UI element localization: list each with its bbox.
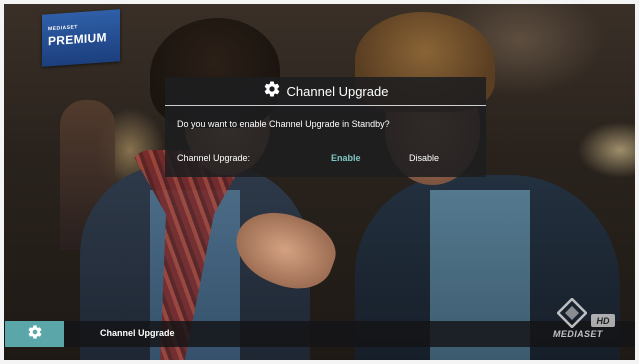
- mediaset-wordmark: MEDIASET: [553, 329, 603, 339]
- dialog-header: Channel Upgrade: [165, 77, 486, 105]
- channel-upgrade-dialog: Channel Upgrade Do you want to enable Ch…: [165, 77, 486, 177]
- dialog-title: Channel Upgrade: [286, 83, 389, 99]
- channel-upgrade-option-label: Channel Upgrade:: [177, 153, 251, 163]
- mediaset-hd-watermark: HD MEDIASET: [553, 296, 621, 341]
- mediaset-premium-logo: MEDIASET PREMIUM: [42, 9, 120, 67]
- dialog-divider: [165, 105, 486, 106]
- tv-screen: MEDIASET PREMIUM Channel Upgrade Do you …: [0, 0, 639, 364]
- gear-icon: [263, 80, 281, 103]
- disable-option[interactable]: Disable: [403, 150, 445, 166]
- gear-icon: [27, 324, 43, 345]
- bottom-bar-title: Channel Upgrade: [100, 328, 175, 338]
- enable-option[interactable]: Enable: [325, 150, 367, 166]
- logo-brand-text: PREMIUM: [48, 30, 107, 49]
- hd-badge: HD: [591, 314, 615, 327]
- mediaset-logo-icon: [556, 297, 588, 333]
- logo-small-text: MEDIASET: [48, 24, 78, 33]
- dialog-question: Do you want to enable Channel Upgrade in…: [177, 119, 390, 129]
- settings-menu-tile[interactable]: [5, 321, 64, 347]
- bottom-info-bar: Channel Upgrade: [0, 321, 639, 347]
